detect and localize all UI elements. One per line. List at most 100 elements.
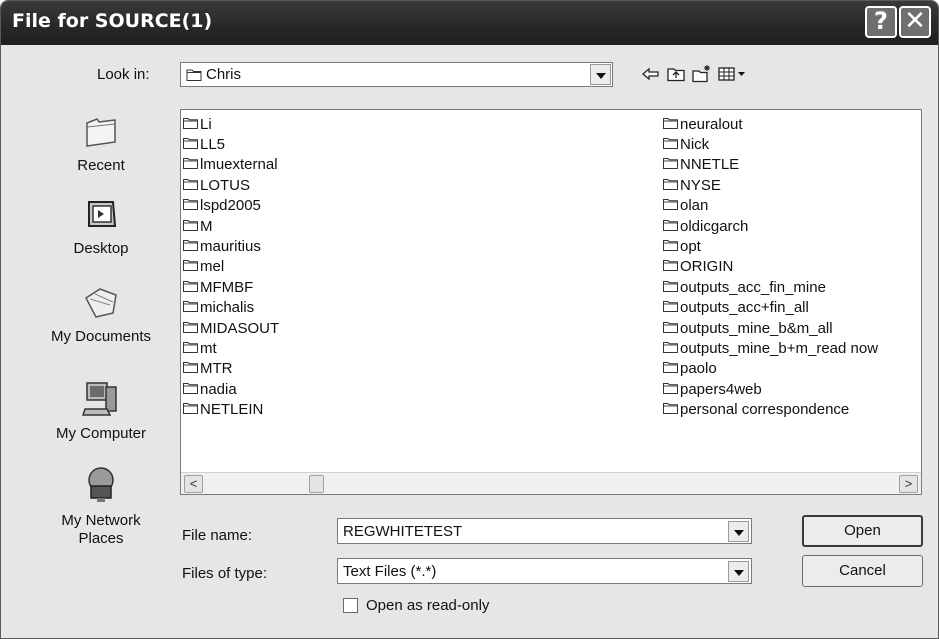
- file-name-field[interactable]: REGWHITETEST: [337, 518, 752, 544]
- folder-name: olan: [680, 197, 709, 215]
- scroll-thumb[interactable]: [309, 475, 324, 493]
- folder-icon: [183, 197, 198, 214]
- new-folder-icon[interactable]: [690, 63, 712, 85]
- folder-list-item[interactable]: papers4web: [663, 379, 878, 399]
- folder-list-item[interactable]: ORIGIN: [663, 257, 878, 277]
- folder-icon: [663, 320, 678, 337]
- up-folder-icon[interactable]: [665, 63, 687, 85]
- folder-list-item[interactable]: michalis: [183, 298, 279, 318]
- folder-list-item[interactable]: neuralout: [663, 114, 878, 134]
- folder-icon: [183, 218, 198, 235]
- folder-name: paolo: [680, 360, 717, 378]
- folder-list-item[interactable]: MTR: [183, 359, 279, 379]
- folder-list-item[interactable]: lspd2005: [183, 196, 279, 216]
- title-bar[interactable]: File for SOURCE(1) ? ✕: [1, 1, 938, 45]
- folder-name: NNETLE: [680, 156, 740, 174]
- folder-name: lmuexternal: [200, 156, 278, 174]
- chevron-down-icon: [733, 530, 744, 536]
- places-my-documents-label: My Documents: [50, 328, 152, 345]
- look-in-dropdown-button[interactable]: [590, 64, 611, 85]
- folder-list-item[interactable]: outputs_acc_fin_mine: [663, 277, 878, 297]
- file-type-dropdown-button[interactable]: [728, 561, 749, 582]
- folder-list-item[interactable]: outputs_mine_b&m_all: [663, 318, 878, 338]
- folder-list-item[interactable]: NETLEIN: [183, 399, 279, 419]
- folder-name: LOTUS: [200, 176, 251, 194]
- view-menu-icon[interactable]: [717, 63, 747, 85]
- file-name-dropdown-button[interactable]: [728, 521, 749, 542]
- folder-list-item[interactable]: LL5: [183, 134, 279, 154]
- folder-list-item[interactable]: LOTUS: [183, 175, 279, 195]
- places-my-computer[interactable]: My Computer: [31, 379, 171, 442]
- dialog-title: File for SOURCE(1): [12, 10, 213, 32]
- file-list-column-1: Li LL5 lmuexternal LOTUS lspd2005 Mmauritius m…: [183, 114, 279, 420]
- places-desktop[interactable]: Desktop: [31, 196, 171, 257]
- folder-icon: [183, 156, 198, 173]
- folder-name: papers4web: [680, 380, 762, 398]
- folder-list-item[interactable]: nadia: [183, 379, 279, 399]
- scroll-left-button[interactable]: <: [184, 475, 203, 493]
- read-only-checkbox[interactable]: [343, 598, 358, 613]
- places-recent[interactable]: Recent: [31, 113, 171, 174]
- folder-icon: [183, 360, 198, 377]
- look-in-dropdown[interactable]: Chris: [180, 62, 613, 87]
- folder-list-item[interactable]: MFMBF: [183, 277, 279, 297]
- help-button[interactable]: ?: [865, 6, 897, 38]
- folder-icon: [663, 340, 678, 357]
- places-my-network-label: My Network Places: [61, 512, 141, 547]
- scroll-right-button[interactable]: >: [899, 475, 918, 493]
- file-name-value: REGWHITETEST: [343, 523, 463, 540]
- places-my-network[interactable]: My Network Places: [31, 466, 171, 548]
- folder-list-item[interactable]: NNETLE: [663, 155, 878, 175]
- folder-icon: [663, 258, 678, 275]
- folder-list-item[interactable]: paolo: [663, 359, 878, 379]
- folder-list-item[interactable]: Li: [183, 114, 279, 134]
- folder-name: michalis: [200, 299, 255, 317]
- folder-list-item[interactable]: oldicgarch: [663, 216, 878, 236]
- chevron-down-icon: [595, 73, 606, 79]
- folder-name: oldicgarch: [680, 217, 749, 235]
- folder-list-item[interactable]: lmuexternal: [183, 155, 279, 175]
- folder-name: lspd2005: [200, 197, 261, 215]
- folder-icon: [183, 340, 198, 357]
- places-my-documents[interactable]: My Documents: [31, 284, 171, 345]
- folder-list-item[interactable]: NYSE: [663, 175, 878, 195]
- folder-icon: [663, 279, 678, 296]
- folder-list-item[interactable]: MIDASOUT: [183, 318, 279, 338]
- folder-list-item[interactable]: Nick: [663, 134, 878, 154]
- folder-icon: [183, 238, 198, 255]
- back-arrow-icon[interactable]: [640, 63, 662, 85]
- folder-icon: [663, 360, 678, 377]
- folder-list-item[interactable]: mel: [183, 257, 279, 277]
- folder-name: opt: [680, 238, 701, 256]
- folder-name: outputs_acc_fin_mine: [680, 278, 826, 296]
- folder-list-item[interactable]: personal correspondence: [663, 399, 878, 419]
- folder-icon: [183, 258, 198, 275]
- folder-name: neuralout: [680, 115, 743, 133]
- folder-name: MTR: [200, 360, 233, 378]
- folder-list-item[interactable]: olan: [663, 196, 878, 216]
- cancel-button[interactable]: Cancel: [802, 555, 923, 587]
- folder-icon: [663, 136, 678, 153]
- folder-name: personal correspondence: [680, 401, 850, 419]
- folder-list-item[interactable]: outputs_acc+fin_all: [663, 298, 878, 318]
- open-button[interactable]: Open: [802, 515, 923, 547]
- folder-list-item[interactable]: outputs_mine_b+m_read now: [663, 338, 878, 358]
- read-only-label: Open as read-only: [366, 597, 490, 614]
- look-in-label: Look in:: [97, 66, 150, 83]
- folder-name: NETLEIN: [200, 401, 264, 419]
- folder-icon: [183, 401, 198, 418]
- folder-list-item[interactable]: opt: [663, 236, 878, 256]
- chevron-down-icon: [733, 570, 744, 576]
- folder-icon: [183, 320, 198, 337]
- folder-list-item[interactable]: mt: [183, 338, 279, 358]
- folder-name: outputs_mine_b+m_read now: [680, 339, 879, 357]
- file-list[interactable]: Li LL5 lmuexternal LOTUS lspd2005 Mmauritius m…: [180, 109, 922, 495]
- file-type-label: Files of type:: [182, 565, 268, 582]
- folder-list-item[interactable]: mauritius: [183, 236, 279, 256]
- horizontal-scrollbar[interactable]: < >: [181, 472, 921, 494]
- file-type-dropdown[interactable]: Text Files (*.*): [337, 558, 752, 584]
- close-button[interactable]: ✕: [899, 6, 931, 38]
- network-places-icon: [88, 467, 114, 502]
- folder-icon: [663, 177, 678, 194]
- folder-list-item[interactable]: M: [183, 216, 279, 236]
